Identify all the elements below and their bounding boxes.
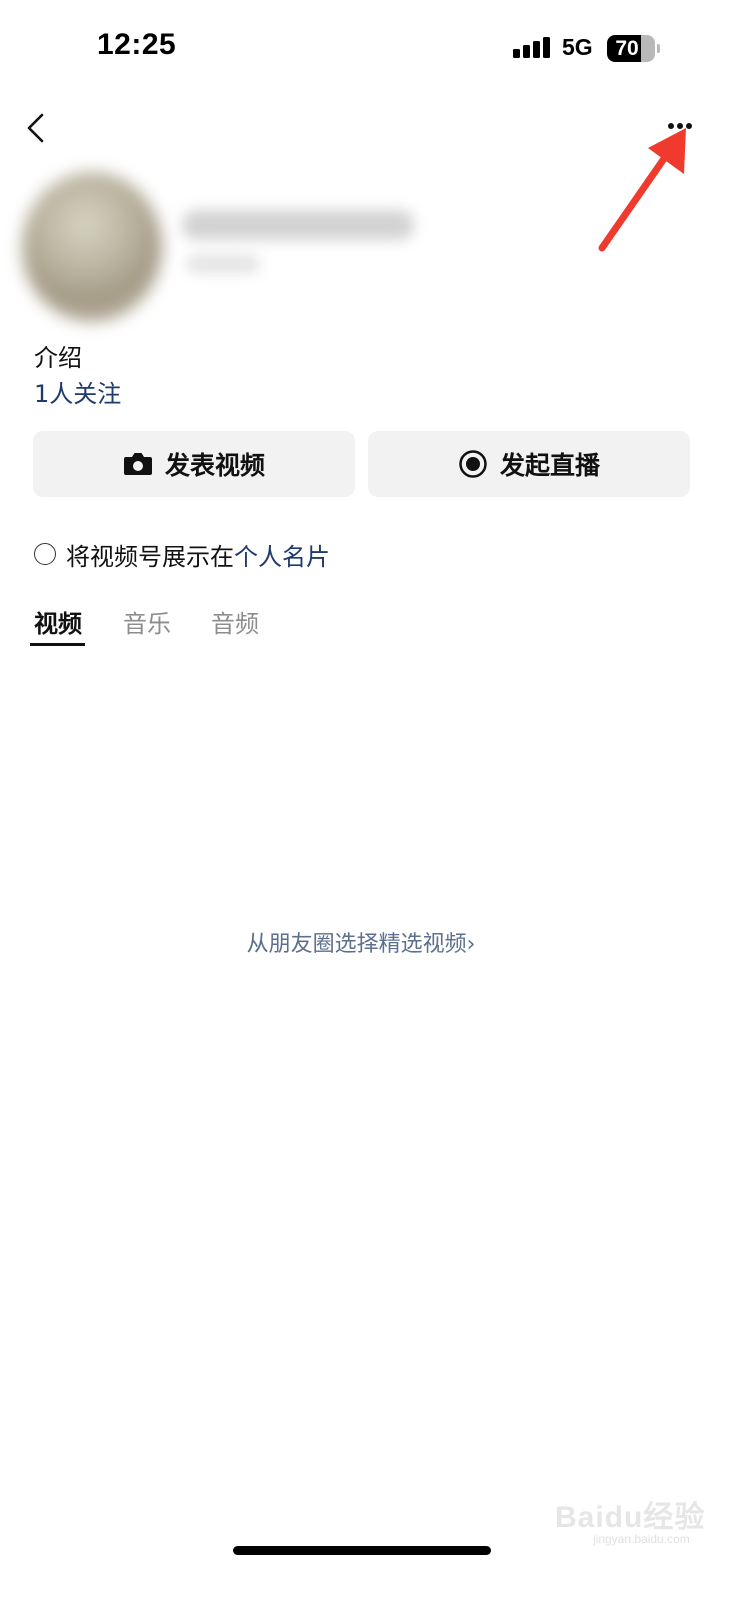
battery-icon: 70: [607, 35, 660, 62]
record-icon: [458, 449, 488, 479]
profile-name-blurred: [182, 210, 414, 240]
battery-level: 70: [615, 37, 639, 60]
back-button[interactable]: [18, 104, 58, 150]
select-from-moments-label: 从朋友圈选择精选视频: [246, 932, 467, 957]
annotation-arrow-icon: [598, 128, 686, 252]
active-tab-indicator: [30, 643, 85, 646]
show-on-card-text: 将视频号展示在: [66, 542, 234, 571]
tab-audio[interactable]: 音频: [211, 604, 259, 639]
show-on-card-radio[interactable]: [34, 543, 56, 565]
select-from-moments-link[interactable]: 从朋友圈选择精选视频›: [0, 926, 722, 958]
baidu-watermark: Baidu经验 jingyan.baidu.com: [555, 1492, 715, 1548]
publish-video-button[interactable]: 发表视频: [33, 431, 355, 497]
tab-music[interactable]: 音乐: [123, 604, 171, 639]
more-dots-icon[interactable]: [660, 112, 698, 140]
watermark-domain: jingyan.baidu.com: [593, 1532, 690, 1546]
show-on-card-option[interactable]: 将视频号展示在 个人名片: [34, 537, 330, 572]
personal-card-link[interactable]: 个人名片: [234, 537, 330, 572]
intro-label: 介绍: [34, 344, 82, 372]
tab-video[interactable]: 视频: [34, 604, 82, 639]
network-label: 5G: [562, 34, 593, 60]
start-live-label: 发起直播: [499, 451, 600, 480]
status-time: 12:25: [97, 28, 177, 61]
chevron-right-icon: ›: [466, 932, 476, 957]
profile-subtitle-blurred: [186, 254, 260, 274]
start-live-button[interactable]: 发起直播: [368, 431, 690, 497]
camera-icon: [123, 449, 153, 479]
publish-video-label: 发表视频: [164, 451, 265, 480]
followers-link[interactable]: 1人关注: [34, 374, 121, 409]
home-indicator: [233, 1546, 491, 1555]
signal-icon: [513, 37, 550, 58]
avatar[interactable]: [22, 172, 162, 322]
watermark-brand: Baidu经验: [555, 1501, 706, 1534]
